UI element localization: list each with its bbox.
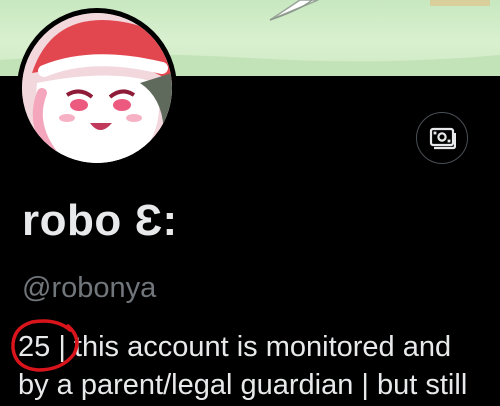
profile-page: robo Ɛ: @robonya 25 | this account is mo…: [0, 0, 500, 406]
username-handle: @robonya: [22, 272, 157, 304]
avatar-illustration: [22, 13, 172, 163]
bio-line-2: by a parent/legal guardian | but still: [18, 369, 468, 401]
display-name: robo Ɛ:: [22, 196, 178, 245]
profile-bio: 25 | this account is monitored and by a …: [18, 328, 500, 404]
tip-button[interactable]: [416, 112, 468, 164]
money-icon: [429, 127, 456, 150]
bio-line-1: 25 | this account is monitored and: [18, 328, 500, 366]
bio-age: 25: [18, 331, 51, 363]
bio-line-1-text: | this account is monitored and: [50, 331, 452, 363]
avatar[interactable]: [22, 13, 172, 163]
